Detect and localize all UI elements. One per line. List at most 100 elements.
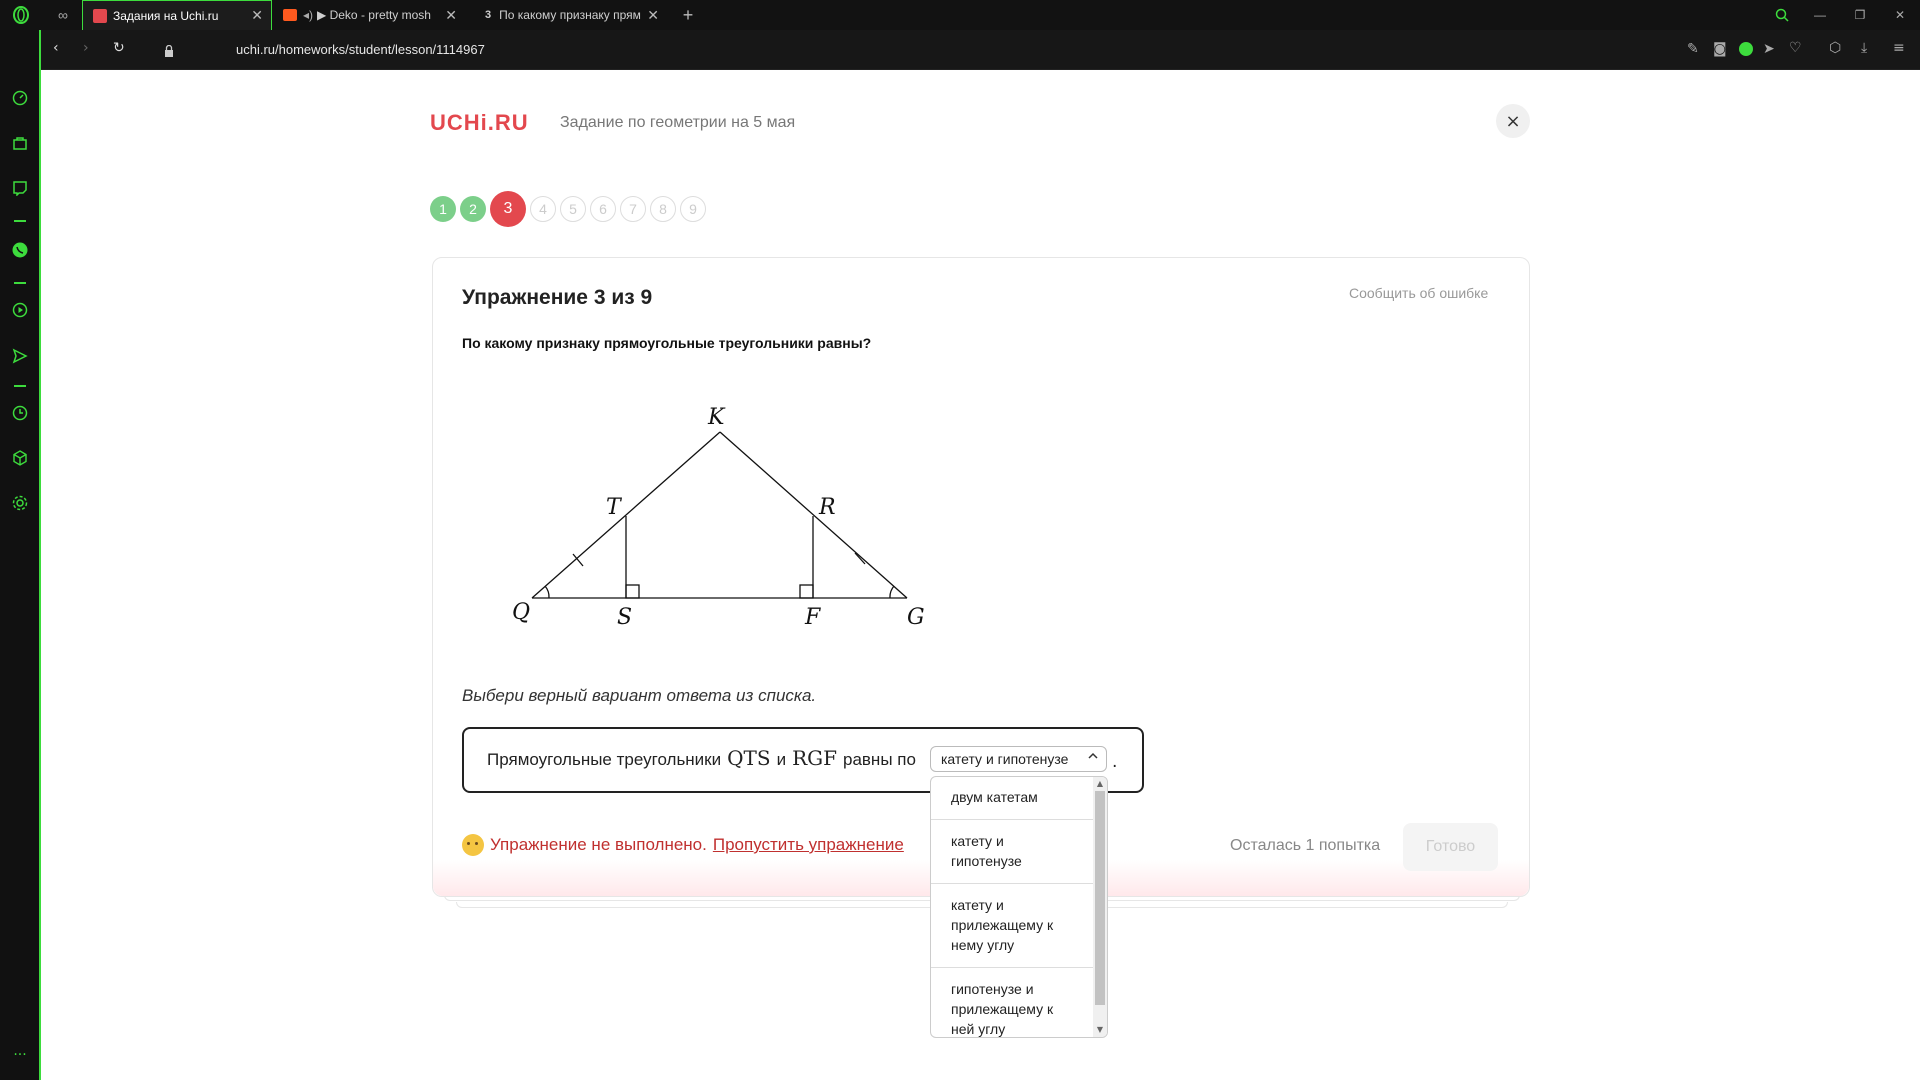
label-Q: Q xyxy=(512,600,530,625)
step-7[interactable]: 7 xyxy=(620,196,646,222)
page-subtitle: Задание по геометрии на 5 мая xyxy=(560,114,796,131)
edit-icon[interactable]: ✎ xyxy=(1687,41,1699,57)
report-error-link[interactable]: Сообщить об ошибке xyxy=(1349,285,1488,301)
dropdown-scrollbar[interactable]: ▲ ▼ xyxy=(1093,777,1107,1037)
close-tab-icon[interactable]: ✕ xyxy=(251,7,263,24)
option-text-line: катету и xyxy=(951,833,1004,849)
exercise-title: Упражнение 3 из 9 xyxy=(462,286,653,309)
status-text: Упражнение не выполнено. xyxy=(490,835,707,854)
answer-select[interactable]: катету и гипотенузе xyxy=(930,746,1107,772)
tab-question[interactable]: 3 По какому признаку прям ✕ xyxy=(477,0,667,30)
tab-favicon-icon: 3 xyxy=(485,9,492,21)
whatsapp-icon[interactable] xyxy=(10,240,30,260)
answer-sentence: Прямоугольные треугольники QTS и RGF рав… xyxy=(487,746,916,770)
minimize-icon[interactable]: — xyxy=(1808,0,1832,30)
close-icon: × xyxy=(1505,110,1521,132)
back-icon[interactable]: ‹ xyxy=(53,40,59,56)
step-5[interactable]: 5 xyxy=(560,196,586,222)
answer-end: . xyxy=(1112,752,1118,772)
step-9[interactable]: 9 xyxy=(680,196,706,222)
speaker-icon[interactable]: ◂) xyxy=(303,8,313,22)
label-R: R xyxy=(818,495,836,520)
step-6[interactable]: 6 xyxy=(590,196,616,222)
label-T: T xyxy=(606,495,623,520)
settings-gear-icon[interactable] xyxy=(10,493,30,513)
angle-arc-Q xyxy=(544,585,550,599)
options-dropdown: двум катетам катету и гипотенузе катету … xyxy=(930,776,1108,1038)
scroll-down-icon[interactable]: ▼ xyxy=(1095,1024,1105,1036)
close-tab-icon[interactable]: ✕ xyxy=(647,7,659,24)
step-4[interactable]: 4 xyxy=(530,196,556,222)
option-text-line: нему углу xyxy=(951,937,1015,953)
step-1[interactable]: 1 xyxy=(430,196,456,222)
tab-uchi[interactable]: Задания на Uchi.ru ✕ xyxy=(82,0,272,30)
option-2[interactable]: катету и гипотенузе xyxy=(931,831,1093,871)
adblock-shield-icon[interactable] xyxy=(1739,42,1753,56)
scroll-up-icon[interactable]: ▲ xyxy=(1095,778,1105,790)
camera-icon[interactable]: ◙ xyxy=(1713,41,1727,57)
option-3[interactable]: катету и прилежащему к нему углу xyxy=(931,895,1093,955)
url-text[interactable]: uchi.ru/homeworks/student/lesson/1114967 xyxy=(236,42,485,57)
right-angle-S xyxy=(625,584,640,599)
uchi-favicon-icon xyxy=(93,8,107,23)
download-icon[interactable]: ⤓ xyxy=(1861,40,1867,56)
answer-and: и xyxy=(776,750,787,769)
answer-suffix: равны по xyxy=(842,750,916,769)
label-F: F xyxy=(804,605,821,630)
close-window-icon[interactable]: ✕ xyxy=(1888,0,1912,30)
angle-arc-G xyxy=(889,585,895,599)
right-angle-F xyxy=(799,584,814,599)
sidebar-divider xyxy=(14,220,26,222)
extensions-cube-icon[interactable] xyxy=(10,448,30,468)
done-button[interactable]: Готово xyxy=(1403,823,1498,871)
restore-icon[interactable]: ❐ xyxy=(1848,0,1872,30)
new-tab-button[interactable]: + xyxy=(678,0,698,30)
selected-value: катету и гипотенузе xyxy=(941,751,1069,767)
heart-icon[interactable]: ♡ xyxy=(1789,40,1802,56)
send-icon[interactable]: ➤ xyxy=(1763,41,1775,57)
player-icon[interactable] xyxy=(10,300,30,320)
close-tab-icon[interactable]: ✕ xyxy=(445,7,457,24)
opera-menu-icon[interactable] xyxy=(0,0,41,30)
triangle-1: QTS xyxy=(727,746,771,770)
gaming-icon[interactable]: ∞ xyxy=(48,0,78,30)
option-4[interactable]: гипотенузе и прилежащему к ней углу xyxy=(931,979,1093,1037)
step-2[interactable]: 2 xyxy=(460,196,486,222)
tab-label: По какому признаку прям xyxy=(499,8,641,22)
sidebar-divider xyxy=(14,385,26,387)
forward-icon[interactable]: › xyxy=(83,40,89,56)
option-text-line: гипотенузе xyxy=(951,853,1022,869)
step-8[interactable]: 8 xyxy=(650,196,676,222)
twitch-icon[interactable] xyxy=(10,178,30,198)
question-text: По какому признаку прямоугольные треугол… xyxy=(462,335,872,351)
tab-label: ▶ Deko - pretty mosh xyxy=(317,8,431,22)
send-icon[interactable] xyxy=(10,346,30,366)
menu-icon[interactable]: ≡ xyxy=(1893,40,1905,56)
bag-icon[interactable] xyxy=(10,133,30,153)
cube-icon[interactable]: ⬡ xyxy=(1829,40,1841,56)
answer-prefix: Прямоугольные треугольники xyxy=(487,750,722,769)
skip-exercise-link[interactable]: Пропустить упражнение xyxy=(713,835,904,855)
uchi-logo[interactable]: UCHi.RU xyxy=(430,110,529,136)
scrollbar-thumb[interactable] xyxy=(1095,791,1105,1005)
option-text-line: двум катетам xyxy=(951,789,1038,805)
status-message: Упражнение не выполнено. Пропустить упра… xyxy=(462,834,904,856)
more-icon[interactable]: ··· xyxy=(10,1045,30,1065)
search-tabs-icon[interactable] xyxy=(1770,0,1794,30)
step-3[interactable]: 3 xyxy=(490,191,526,227)
label-K: K xyxy=(707,405,726,430)
option-1[interactable]: двум катетам xyxy=(931,787,1093,807)
close-button[interactable]: × xyxy=(1496,104,1530,138)
option-divider xyxy=(931,883,1093,884)
option-text-line: гипотенузе и xyxy=(951,981,1034,997)
speed-dial-icon[interactable] xyxy=(10,88,30,108)
option-divider xyxy=(931,967,1093,968)
instruction-text: Выбери верный вариант ответа из списка. xyxy=(462,686,817,705)
reload-icon[interactable]: ↻ xyxy=(113,40,125,56)
lock-icon[interactable] xyxy=(164,42,174,57)
history-icon[interactable] xyxy=(10,403,30,423)
option-text-line: прилежащему к xyxy=(951,917,1054,933)
tab-deko[interactable]: ◂) ▶ Deko - pretty mosh ✕ xyxy=(275,0,465,30)
address-bar: ‹ › ↻ uchi.ru/homeworks/student/lesson/1… xyxy=(41,30,1920,70)
option-text-line: прилежащему к xyxy=(951,1001,1054,1017)
